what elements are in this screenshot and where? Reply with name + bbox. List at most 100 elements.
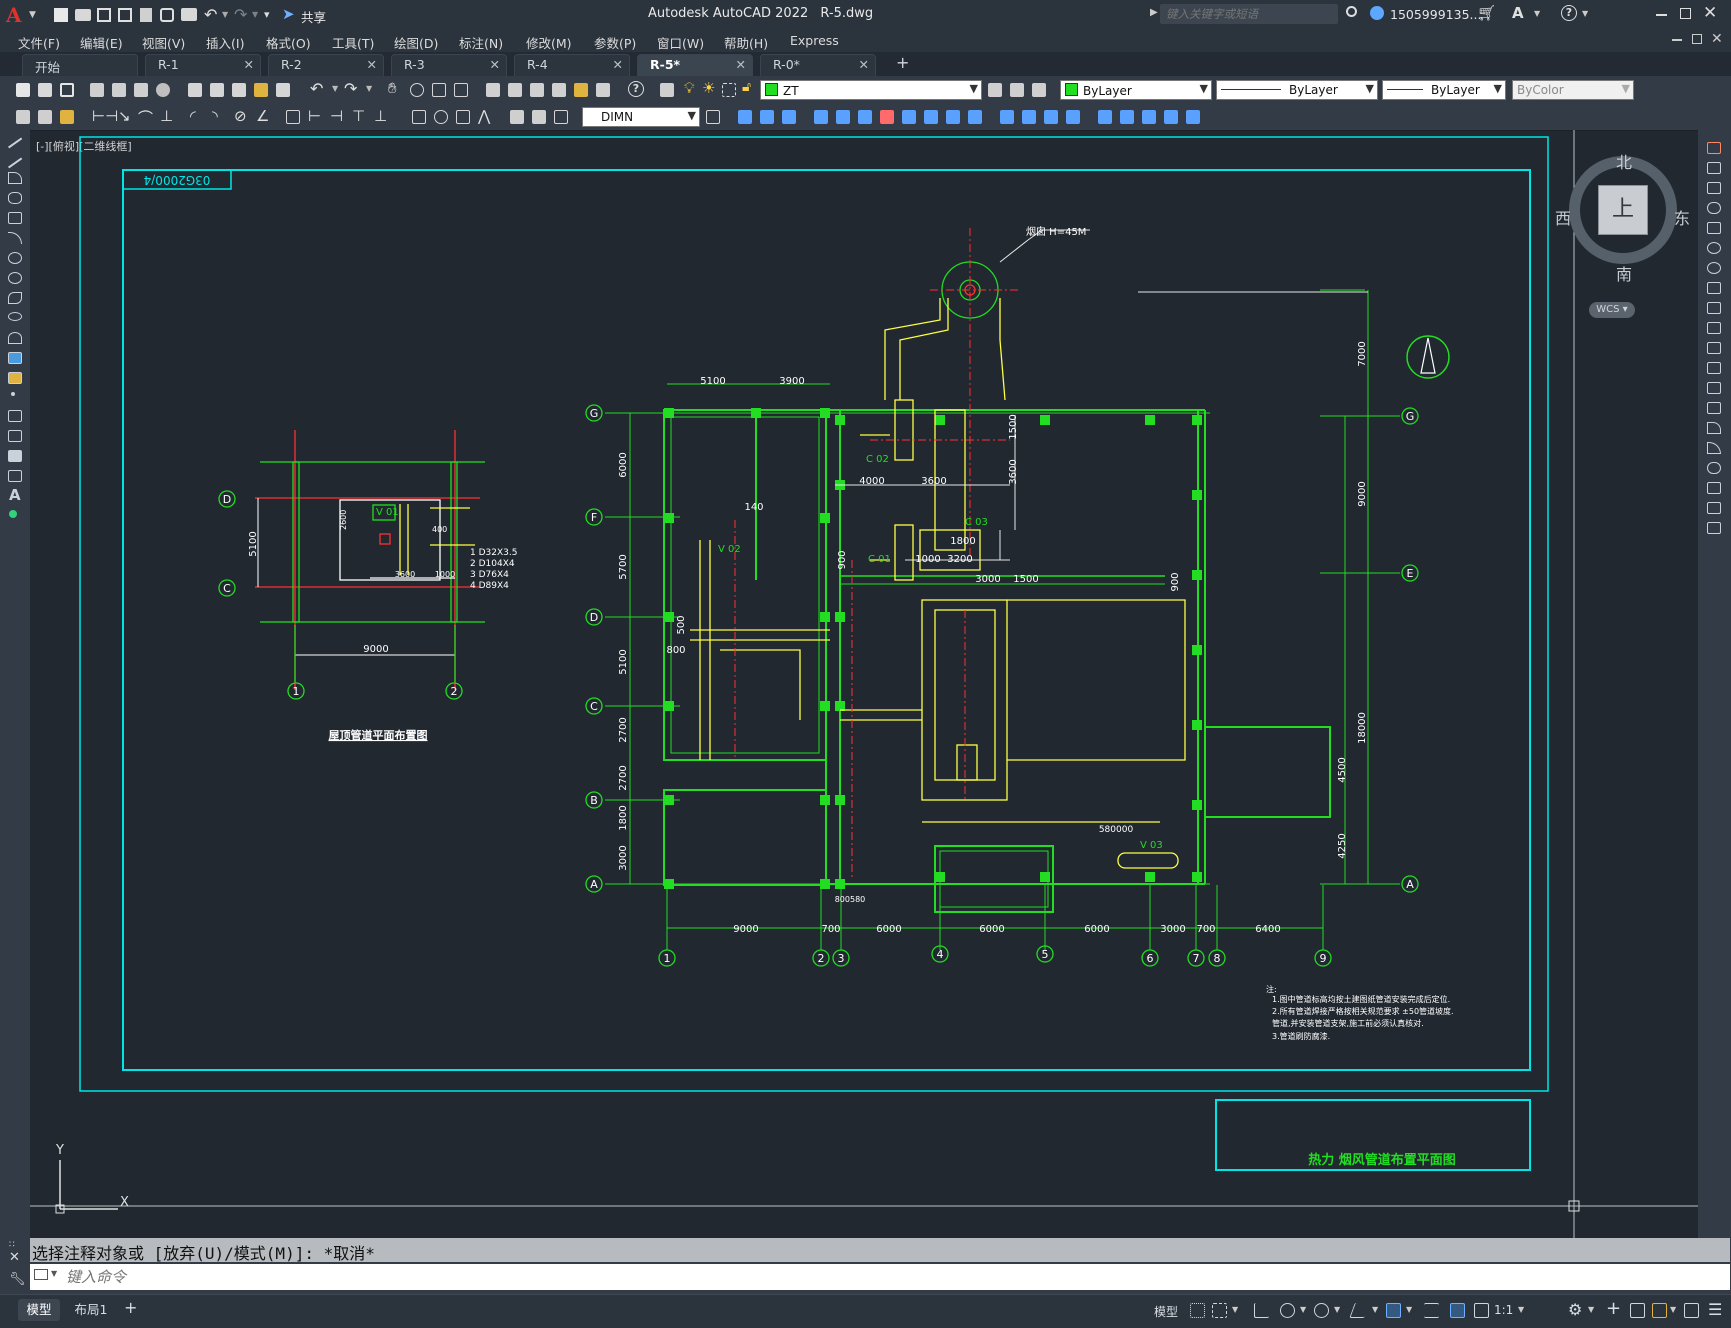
wcs-menu[interactable]: WCS ▾ (1589, 302, 1635, 318)
redo-dropdown-icon[interactable]: ▼ (252, 10, 258, 19)
extend-icon[interactable] (946, 110, 960, 124)
undo-dropdown-icon[interactable]: ▼ (222, 10, 228, 19)
construction-line-icon[interactable] (8, 157, 22, 168)
jogged-linear-icon[interactable]: ⋀ (478, 107, 490, 125)
viewcube-east[interactable]: 东 (1674, 205, 1690, 229)
autodesk-app-icon[interactable]: A (1512, 4, 1524, 22)
share-button[interactable]: 共享 (301, 7, 326, 26)
workspace-gear-icon[interactable]: ⚙︎ (1568, 1300, 1582, 1319)
units-icon[interactable] (1630, 1303, 1645, 1318)
preview-icon[interactable] (112, 83, 126, 97)
layer-thaw-sun-icon[interactable]: ☀︎ (702, 79, 715, 97)
tool-palettes-icon[interactable] (530, 83, 544, 97)
array-icon[interactable] (814, 110, 828, 124)
doc-minimize-icon[interactable] (1672, 39, 1682, 41)
share-icon[interactable]: ➤ (282, 5, 295, 23)
region-tool-icon[interactable] (8, 450, 22, 462)
menu-modify[interactable]: 修改(M) (526, 33, 572, 52)
menu-window[interactable]: 窗口(W) (657, 33, 704, 52)
dim-ordinate-icon[interactable]: ⊥ (160, 107, 173, 125)
dim-jogged-icon[interactable]: ◝ (212, 107, 218, 125)
snap-mode-icon[interactable] (1212, 1303, 1227, 1318)
auto-scale-icon[interactable] (1474, 1303, 1489, 1318)
menu-dimension[interactable]: 标注(N) (459, 33, 503, 52)
viewport-controls-label[interactable]: [-][俯视][二维线框] (36, 139, 132, 153)
paste-icon[interactable] (232, 83, 246, 97)
viewcube-south[interactable]: 南 (1616, 261, 1632, 285)
viewcube-north[interactable]: 北 (1616, 149, 1632, 173)
zoom-realtime-icon[interactable] (410, 83, 424, 97)
match-properties-icon[interactable] (254, 83, 268, 97)
trim-icon[interactable] (924, 110, 938, 124)
publish-sheets-icon[interactable] (38, 110, 52, 124)
copy-object-icon[interactable] (738, 110, 752, 124)
ellipse-arc-tool-icon[interactable] (8, 332, 22, 344)
menu-insert[interactable]: 插入(I) (206, 33, 244, 52)
rectangle-tool-icon[interactable] (8, 212, 22, 224)
polyline-tool-icon[interactable] (8, 172, 22, 184)
isodraft-icon[interactable] (1314, 1303, 1329, 1318)
linetype-dropdown[interactable]: ByLayer ▼ (1216, 80, 1378, 100)
undo-list-icon[interactable]: ▼ (332, 84, 338, 93)
clean-screen-status-icon[interactable] (1684, 1303, 1699, 1318)
command-input-box[interactable]: ▼ (30, 1264, 1730, 1290)
doc-close-icon[interactable]: ✕ (1711, 31, 1723, 47)
chamfer-tool-icon[interactable] (1707, 422, 1721, 434)
layer-on-bulb-icon[interactable]: 💡︎ (684, 79, 695, 97)
save-to-web-icon[interactable] (160, 8, 174, 22)
open-from-web-icon[interactable] (140, 8, 152, 22)
annotation-scale[interactable]: 1:1 (1494, 1303, 1513, 1317)
gradient-tool-icon[interactable] (8, 430, 22, 442)
dim-edit-icon[interactable] (510, 110, 524, 124)
pan-icon[interactable]: ✋︎ (388, 79, 397, 97)
save-icon[interactable] (97, 8, 111, 22)
customization-menu-icon[interactable]: ☰ (1708, 1300, 1722, 1319)
redo-icon[interactable]: ↷ (234, 5, 247, 24)
plot-icon[interactable] (181, 8, 197, 21)
layer-viewport-icon[interactable] (722, 83, 736, 97)
polygon-tool-icon[interactable] (8, 192, 22, 204)
layer-lock-icon[interactable]: 🔓︎ (742, 79, 751, 95)
dim-diameter-icon[interactable]: ⊘ (234, 107, 247, 125)
menu-format[interactable]: 格式(O) (266, 33, 311, 52)
make-block-icon[interactable] (8, 372, 22, 384)
mirror-tool-icon[interactable] (1707, 182, 1721, 194)
center-mark-icon[interactable] (434, 110, 448, 124)
edit-hatch-tool-icon[interactable] (1707, 522, 1721, 534)
scale-tool-icon[interactable] (1707, 282, 1721, 294)
dimstyle-dropdown[interactable]: DIMN ▼ (582, 107, 700, 127)
blend-tool-icon[interactable] (1707, 462, 1721, 474)
fillet-icon[interactable] (1044, 110, 1058, 124)
ellipse-tool-icon[interactable] (8, 312, 22, 321)
scale-icon[interactable] (880, 110, 894, 124)
viewcube-top-face[interactable]: 上 (1598, 185, 1648, 235)
insert-block-icon[interactable] (8, 352, 22, 364)
open-icon[interactable] (38, 83, 52, 97)
revcloud-tool-icon[interactable] (8, 272, 22, 284)
model-layout-tab[interactable]: 模型 (18, 1299, 60, 1321)
tab-r3[interactable]: R-3 ✕ (391, 54, 507, 76)
dim-arc-icon[interactable]: ⌒ (138, 107, 153, 128)
inspection-icon[interactable] (456, 110, 470, 124)
menu-edit[interactable]: 编辑(E) (80, 33, 123, 52)
new-layout-plus-icon[interactable]: + (124, 1298, 137, 1317)
search-icon[interactable] (1346, 6, 1357, 17)
object-snap-tracking-icon[interactable] (1349, 1303, 1370, 1318)
break-point-tool-icon[interactable] (1707, 362, 1721, 374)
lineweight-dropdown[interactable]: ByLayer ▼ (1382, 80, 1506, 100)
point-tool-icon[interactable] (11, 392, 15, 396)
close-tab-icon[interactable]: ✕ (613, 57, 623, 72)
offset-icon[interactable] (782, 110, 796, 124)
align-icon[interactable] (1120, 110, 1134, 124)
plotstyle-dropdown[interactable]: ByColor ▼ (1512, 80, 1634, 100)
erase-tool-icon[interactable] (1707, 142, 1721, 154)
stretch-icon[interactable] (902, 110, 916, 124)
new-tab-plus-icon[interactable]: + (896, 53, 909, 72)
properties-icon[interactable] (486, 83, 500, 97)
menu-help[interactable]: 帮助(H) (724, 33, 768, 52)
chamfer-icon[interactable] (1022, 110, 1036, 124)
object-snap-icon[interactable] (1386, 1303, 1401, 1318)
menu-draw[interactable]: 绘图(D) (394, 33, 438, 52)
model-space-toggle[interactable]: 模型 (1154, 1303, 1178, 1320)
dim-text-edit-icon[interactable] (532, 110, 546, 124)
